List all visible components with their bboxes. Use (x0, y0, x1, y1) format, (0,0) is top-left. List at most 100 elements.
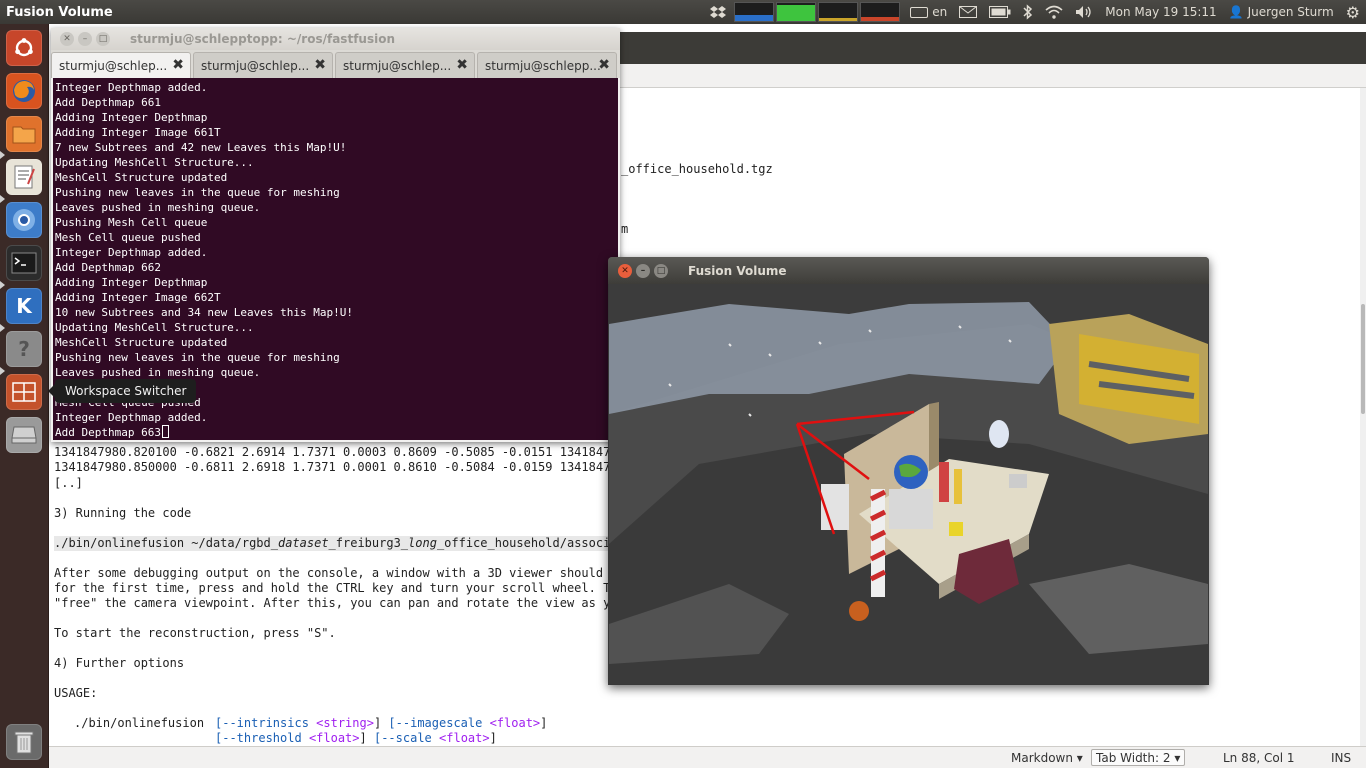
text-editor-icon[interactable] (6, 159, 42, 195)
3d-reconstruction-scene (609, 284, 1208, 684)
terminal-titlebar[interactable]: ✕ – □ sturmju@schlepptopp: ~/ros/fastfus… (51, 28, 620, 50)
workspace-switcher-icon[interactable] (6, 374, 42, 410)
editor-line: "free" the camera viewpoint. After this,… (54, 596, 625, 610)
editor-option-line: [--threshold <float>] [--scale <float>] (215, 731, 497, 745)
editor-line: To start the reconstruction, press "S". (54, 626, 336, 640)
active-window-title: Fusion Volume (6, 4, 113, 20)
mail-icon[interactable] (953, 0, 983, 24)
terminal-line: Pushing Mesh Cell queue (55, 216, 208, 229)
terminal-line: Add Depthmap 662 (55, 261, 161, 274)
close-icon[interactable]: ✖ (456, 57, 468, 73)
dropbox-icon[interactable] (704, 0, 732, 24)
memory-graph-icon (776, 2, 817, 22)
editor-scrollbar[interactable] (1360, 88, 1366, 746)
terminal-line: Adding Integer Depthmap (55, 276, 208, 289)
help-icon[interactable]: ? (6, 331, 42, 367)
running-indicator (0, 324, 5, 332)
keyboard-indicator[interactable]: en (904, 0, 953, 24)
user-icon: 👤 (1228, 5, 1244, 19)
fusion-titlebar[interactable]: ✕ – □ Fusion Volume (608, 257, 1209, 284)
editor-option-line: [--intrinsics <string>] [--imagescale <f… (215, 716, 548, 730)
user-menu[interactable]: 👤 Juergen Sturm (1223, 0, 1340, 24)
wifi-icon[interactable] (1039, 0, 1069, 24)
firefox-icon[interactable] (6, 73, 42, 109)
fusion-volume-window: ✕ – □ Fusion Volume (608, 257, 1209, 685)
editor-menubar-strip (619, 32, 1366, 64)
chevron-down-icon: ▾ (1076, 751, 1083, 765)
editor-line-fragment: _office_household.tgz (621, 162, 773, 176)
terminal-tab-3[interactable]: sturmju@schlep... ✖ (335, 52, 475, 78)
close-icon[interactable]: ✖ (598, 57, 610, 73)
terminal-line: Integer Depthmap added. (55, 81, 208, 94)
user-name: Juergen Sturm (1247, 5, 1334, 19)
running-indicator (0, 151, 5, 159)
editor-line: 1341847980.820100 -0.6821 2.6914 1.7371 … (54, 445, 632, 459)
gear-icon[interactable]: ⚙ (1340, 0, 1366, 24)
terminal-line: Pushing new leaves in the queue for mesh… (55, 186, 340, 199)
bluetooth-icon[interactable] (1017, 0, 1039, 24)
terminal-line: Mesh Cell queue pushed (55, 231, 201, 244)
fusion-window-title: Fusion Volume (688, 263, 787, 278)
chromium-icon[interactable] (6, 202, 42, 238)
close-icon[interactable]: ✖ (314, 57, 326, 73)
language-selector[interactable]: Markdown ▾ (1011, 751, 1083, 765)
terminal-lines: Integer Depthmap added. Add Depthmap 661 A… (55, 80, 616, 425)
tab-width-selector[interactable]: Tab Width: 2 ▾ (1091, 749, 1186, 766)
clock[interactable]: Mon May 19 15:11 (1099, 0, 1222, 24)
minimize-icon[interactable]: – (78, 32, 92, 46)
terminal-tab-2[interactable]: sturmju@schlep... ✖ (193, 52, 333, 78)
minimize-icon[interactable]: – (636, 263, 650, 278)
tab-label: sturmju@schlepp... (485, 58, 601, 73)
terminal-line: 7 new Subtrees and 42 new Leaves this Ma… (55, 141, 347, 154)
editor-command-line: ./bin/onlinefusion ~/data/rgbd_dataset_f… (54, 536, 625, 551)
volume-icon[interactable] (1069, 0, 1099, 24)
keyboard-layout-label: en (932, 5, 948, 19)
kde-app-icon[interactable]: K (6, 288, 42, 324)
maximize-icon[interactable]: □ (96, 32, 110, 46)
terminal-prompt-line: Add Depthmap 663 (55, 425, 616, 440)
close-icon[interactable]: ✕ (60, 32, 74, 46)
launcher: K ? (0, 24, 49, 768)
maximize-icon[interactable]: □ (654, 263, 668, 278)
disk-icon[interactable] (6, 417, 42, 453)
editor-line-fragment: m (621, 222, 629, 236)
terminal-tab-4[interactable]: sturmju@schlepp... ✖ (477, 52, 617, 78)
cursor-position: Ln 88, Col 1 (1223, 751, 1295, 765)
editor-line: [..] (54, 476, 83, 490)
editor-line: 3) Running the code (54, 506, 192, 520)
close-icon[interactable]: ✕ (618, 263, 632, 278)
terminal-tab-1[interactable]: sturmju@schlep... ✖ (51, 52, 191, 78)
launcher-tooltip: Workspace Switcher (47, 379, 197, 403)
3d-viewer[interactable] (609, 284, 1208, 684)
tab-label: sturmju@schlep... (343, 58, 452, 73)
editor-line: ./bin/onlinefusion (74, 716, 205, 730)
terminal-line: Adding Integer Depthmap (55, 111, 208, 124)
terminal-line: Updating MeshCell Structure... (55, 156, 254, 169)
terminal-line: 10 new Subtrees and 34 new Leaves this M… (55, 306, 354, 319)
tab-label: sturmju@schlep... (201, 58, 310, 73)
terminal-icon[interactable] (6, 245, 42, 281)
scrollbar-thumb[interactable] (1361, 304, 1365, 414)
running-indicator (0, 367, 5, 375)
insert-mode: INS (1331, 751, 1352, 765)
trash-icon[interactable] (6, 724, 42, 760)
terminal-tab-bar: sturmju@schlep... ✖ sturmju@schlep... ✖ st… (51, 50, 620, 78)
editor-line: 1341847980.850000 -0.6811 2.6918 1.7371 … (54, 460, 632, 474)
ubuntu-dash-icon[interactable] (6, 30, 42, 66)
terminal-line: Adding Integer Image 661T (55, 126, 221, 139)
terminal-line: MeshCell Structure updated (55, 171, 228, 184)
files-icon[interactable] (6, 116, 42, 152)
terminal-line: Integer Depthmap added. (55, 411, 208, 424)
editor-line: for the first time, press and hold the C… (54, 581, 625, 595)
terminal-title: sturmju@schlepptopp: ~/ros/fastfusion (130, 32, 395, 46)
terminal-cursor (161, 425, 169, 438)
close-icon[interactable]: ✖ (172, 57, 184, 73)
editor-status-bar: Markdown ▾ Tab Width: 2 ▾ Ln 88, Col 1 I… (49, 746, 1366, 768)
editor-line: USAGE: (54, 686, 98, 700)
cpu-graph-icon (734, 2, 775, 22)
tab-label: sturmju@schlep... (59, 58, 168, 73)
chevron-down-icon: ▾ (1174, 750, 1181, 765)
top-panel: Fusion Volume en Mon May 19 15:11 👤 Juer… (0, 0, 1366, 24)
system-monitor-indicator[interactable] (734, 2, 902, 22)
battery-icon[interactable] (983, 0, 1017, 24)
